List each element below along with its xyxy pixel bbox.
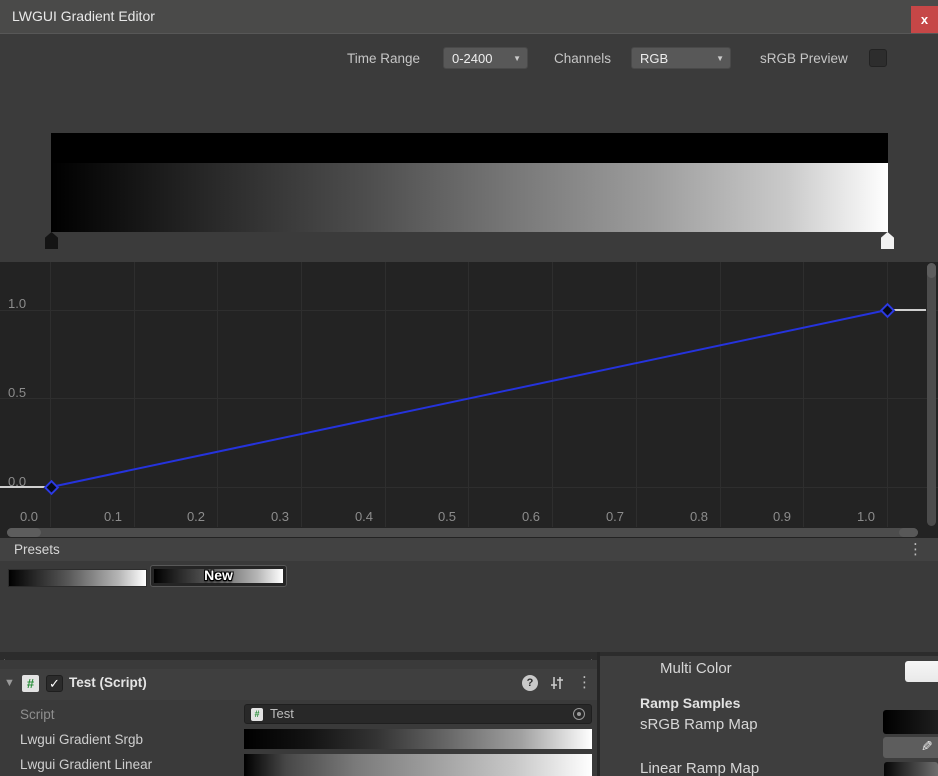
- foldout-arrow-icon[interactable]: ▼: [4, 677, 15, 689]
- component-enabled-checkbox[interactable]: ✓: [46, 675, 63, 692]
- gradient-key-white[interactable]: [881, 232, 894, 249]
- preset-name-label: New: [151, 567, 286, 583]
- chevron-down-icon: ▼: [513, 48, 521, 69]
- component-header[interactable]: ▼ # ✓ Test (Script) ? ⋮: [0, 669, 597, 700]
- gradient-srgb-field[interactable]: [244, 729, 592, 749]
- inspector-panel: ▼ # ✓ Test (Script) ? ⋮ Script # Test Lw…: [0, 660, 597, 776]
- edit-ramp-button[interactable]: ✎: [883, 737, 938, 758]
- vertical-scrollbar[interactable]: [927, 263, 936, 526]
- object-picker-icon[interactable]: [573, 708, 585, 720]
- gradient-key-black[interactable]: [45, 232, 58, 249]
- srgb-ramp-thumbnail[interactable]: [883, 710, 938, 734]
- lwgui-gradient-editor-window: LWGUI Gradient Editor x Time Range 0-240…: [0, 0, 938, 776]
- script-row-label: Script: [20, 707, 55, 722]
- component-title: Test (Script): [69, 675, 147, 690]
- curve-editor[interactable]: 1.0 0.5 0.0 0.0 0.1 0.2 0.3 0.4 0.5 0.6 …: [0, 262, 938, 538]
- gradient-color-bar[interactable]: [51, 163, 888, 232]
- srgb-preview-checkbox[interactable]: [869, 49, 887, 67]
- title-bar: LWGUI Gradient Editor x: [0, 0, 938, 34]
- gradient-srgb-label: Lwgui Gradient Srgb: [20, 732, 143, 747]
- close-button[interactable]: x: [911, 6, 938, 33]
- multi-color-label: Multi Color: [660, 660, 732, 677]
- time-range-dropdown[interactable]: 0-2400 ▼: [443, 47, 528, 69]
- gradient-linear-label: Lwgui Gradient Linear: [20, 757, 152, 772]
- srgb-ramp-map-label: sRGB Ramp Map: [640, 716, 758, 733]
- presets-slider-icon[interactable]: [549, 675, 565, 691]
- kebab-menu-icon[interactable]: ⋮: [577, 673, 592, 693]
- gradient-alpha-bar[interactable]: [51, 133, 888, 163]
- time-range-label: Time Range: [347, 48, 420, 70]
- multi-color-swatch[interactable]: [905, 661, 938, 682]
- channels-label: Channels: [554, 48, 611, 70]
- material-panel: Multi Color Ramp Samples sRGB Ramp Map ✎…: [600, 656, 938, 776]
- horizontal-scrollbar[interactable]: [7, 528, 918, 537]
- script-object-value: Test: [270, 705, 294, 723]
- vertical-scrollbar-handle-top[interactable]: [927, 263, 936, 278]
- srgb-preview-label: sRGB Preview: [760, 48, 848, 70]
- window-title: LWGUI Gradient Editor: [12, 0, 155, 33]
- presets-body: New: [0, 561, 938, 652]
- horizontal-scrollbar-handle-left[interactable]: [7, 528, 41, 537]
- csharp-script-icon: #: [22, 675, 39, 692]
- pencil-icon: ✎: [921, 738, 933, 755]
- help-icon[interactable]: ?: [522, 675, 538, 691]
- preset-swatch[interactable]: [8, 569, 147, 587]
- ramp-samples-heading: Ramp Samples: [640, 695, 740, 711]
- linear-ramp-thumbnail[interactable]: [884, 762, 938, 776]
- kebab-menu-icon[interactable]: ⋮: [908, 540, 923, 560]
- gradient-linear-field[interactable]: [244, 754, 592, 776]
- horizontal-scrollbar-handle-right[interactable]: [899, 528, 918, 537]
- time-range-value: 0-2400: [452, 51, 492, 66]
- curve-line: [0, 262, 938, 538]
- presets-title: Presets: [14, 538, 60, 561]
- channels-dropdown[interactable]: RGB ▼: [631, 47, 731, 69]
- csharp-script-icon: #: [251, 708, 263, 721]
- script-object-field[interactable]: # Test: [244, 704, 592, 724]
- chevron-down-icon: ▼: [716, 48, 724, 69]
- linear-ramp-map-label: Linear Ramp Map: [640, 760, 759, 776]
- channels-value: RGB: [640, 51, 668, 66]
- presets-header: Presets ⋮: [0, 538, 938, 562]
- preset-swatch-selected[interactable]: New: [150, 565, 287, 587]
